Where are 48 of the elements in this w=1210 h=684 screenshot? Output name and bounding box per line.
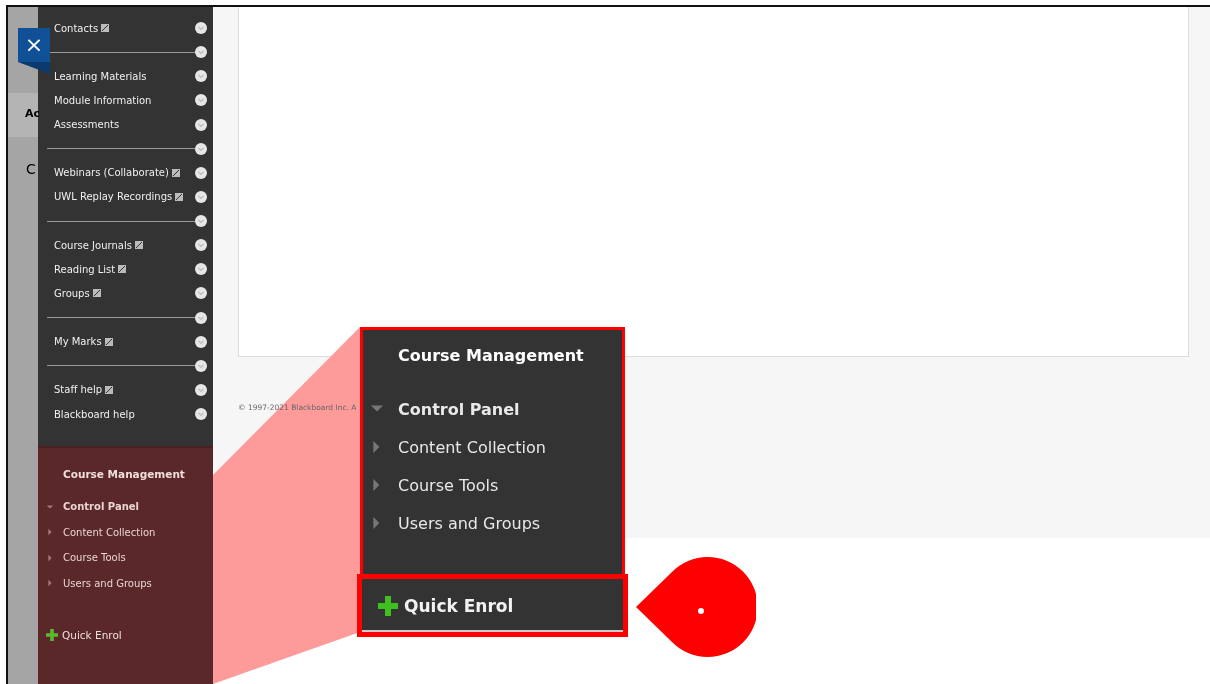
circle-icon[interactable]	[195, 287, 207, 300]
plus-icon	[46, 629, 58, 641]
circle-icon[interactable]	[195, 408, 207, 421]
page-header-bar	[8, 93, 38, 137]
circle-icon[interactable]	[195, 142, 207, 155]
circle-icon[interactable]	[195, 190, 207, 203]
tab-fold-icon	[18, 62, 50, 74]
circle-icon[interactable]	[195, 118, 207, 131]
menu-item[interactable]: Contacts	[54, 22, 99, 34]
plus-icon	[378, 595, 398, 616]
menu-item[interactable]: Content Collection	[398, 437, 546, 457]
menu-item[interactable]: Webinars (Collaborate)	[54, 167, 169, 179]
pointer-marker-icon	[636, 555, 756, 659]
circle-icon[interactable]	[195, 335, 207, 348]
quick-enrol-link[interactable]: Quick Enrol	[62, 629, 122, 641]
menu-item[interactable]: Reading List	[54, 263, 116, 275]
circle-icon[interactable]	[195, 166, 207, 179]
menu-item[interactable]: Course Journals	[54, 239, 132, 251]
menu-item[interactable]: Groups	[54, 287, 90, 299]
panel-title: Course Management	[398, 346, 585, 365]
circle-icon[interactable]	[195, 239, 207, 252]
quick-enrol-link[interactable]: Quick Enrol	[404, 595, 514, 616]
menu-item[interactable]: Course Tools	[398, 475, 499, 495]
circle-icon[interactable]	[195, 94, 207, 107]
circle-icon[interactable]	[195, 263, 207, 276]
circle-icon[interactable]	[195, 383, 207, 396]
menu-item[interactable]: Blackboard help	[54, 408, 135, 420]
circle-icon[interactable]	[195, 22, 207, 35]
menu-item[interactable]: UWL Replay Recordings	[54, 191, 173, 203]
menu-item[interactable]: Content Collection	[63, 526, 156, 538]
menu-item[interactable]: Users and Groups	[63, 577, 152, 589]
circle-icon[interactable]	[195, 215, 207, 228]
menu-item[interactable]: Control Panel	[398, 399, 520, 419]
menu-item[interactable]: My Marks	[54, 336, 102, 348]
menu-item[interactable]: Control Panel	[63, 501, 139, 513]
menu-item[interactable]: Learning Materials	[54, 70, 147, 82]
menu-item[interactable]: Assessments	[54, 119, 120, 131]
circle-icon[interactable]	[195, 46, 207, 59]
menu-item[interactable]: Staff help	[54, 384, 103, 396]
circle-icon[interactable]	[195, 70, 207, 83]
panel-title: Course Management	[63, 468, 186, 480]
circle-icon[interactable]	[195, 359, 207, 372]
close-button[interactable]: ×	[18, 28, 50, 62]
menu-item[interactable]: Module Information	[54, 94, 152, 106]
menu-item[interactable]: Course Tools	[63, 552, 126, 564]
menu-item[interactable]: Users and Groups	[398, 513, 541, 533]
page-text-fragment: C	[26, 161, 36, 177]
circle-icon[interactable]	[195, 311, 207, 324]
